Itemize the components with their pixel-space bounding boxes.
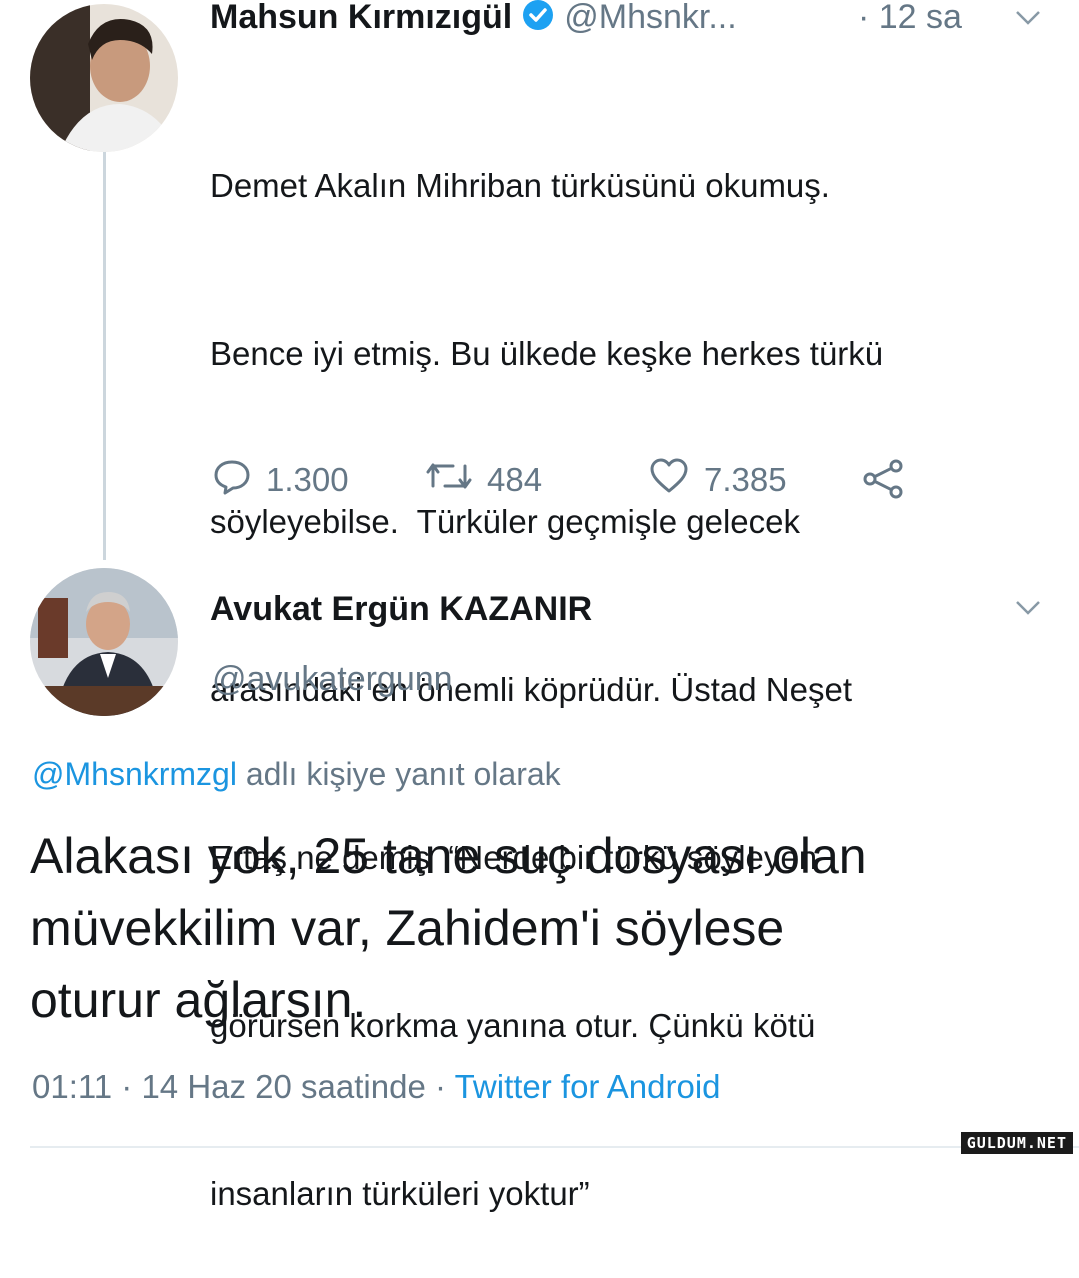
retweet-button[interactable]: 484	[425, 456, 542, 504]
chevron-down-icon[interactable]	[1015, 10, 1041, 31]
reply-icon	[212, 456, 252, 504]
author-name[interactable]: Mahsun Kırmızıgül	[210, 0, 512, 37]
reply-context: @Mhsnkrmzgl adlı kişiye yanıt olarak	[32, 756, 561, 793]
like-button[interactable]: 7.385	[648, 456, 787, 504]
retweet-count: 484	[487, 461, 543, 498]
tweet-line: Alakası yok, 25 tane suç dosyası olan	[30, 828, 867, 884]
thread-connector-line	[103, 150, 106, 560]
chevron-down-icon[interactable]	[1015, 600, 1041, 621]
tweet-timestamp[interactable]: 01:11 · 14 Haz 20 saatinde ·	[32, 1068, 446, 1105]
reply-button[interactable]: 1.300	[212, 456, 349, 504]
tweet-line: Bence iyi etmiş. Bu ülkede keşke herkes …	[210, 335, 884, 372]
avatar-avukat[interactable]	[30, 568, 178, 716]
author-handle-2[interactable]: @avukatergunn	[212, 660, 453, 699]
like-count: 7.385	[704, 461, 787, 498]
reply-mention-link[interactable]: @Mhsnkrmzgl	[32, 756, 237, 792]
verified-badge-icon	[522, 0, 554, 36]
author-name-2[interactable]: Avukat Ergün KAZANIR	[210, 590, 592, 629]
tweet-line: insanların türküleri yoktur”	[210, 1175, 590, 1212]
reply-context-text: adlı kişiye yanıt olarak	[245, 756, 561, 792]
author-handle[interactable]: @Mhsnkr...	[564, 0, 736, 37]
like-icon	[648, 456, 690, 504]
tweet-line: müvekkilim var, Zahidem'i söylese	[30, 900, 785, 956]
divider	[30, 1146, 1079, 1148]
tweet-meta: 01:11 · 14 Haz 20 saatinde · Twitter for…	[32, 1068, 721, 1106]
tweet-time[interactable]: · 12 sa	[858, 0, 962, 37]
retweet-icon	[425, 456, 473, 504]
tweet-line: oturur ağlarsın.	[30, 972, 367, 1028]
tweet-line: Demet Akalın Mihriban türküsünü okumuş.	[210, 167, 830, 204]
reply-count: 1.300	[266, 461, 349, 498]
reply-tweet-body: Alakası yok, 25 tane suç dosyası olan mü…	[30, 820, 1030, 1036]
tweet-source-link[interactable]: Twitter for Android	[455, 1068, 721, 1105]
share-icon[interactable]	[862, 458, 906, 505]
watermark-logo: GULDUM.NET	[960, 1132, 1073, 1154]
avatar-mahsun[interactable]	[30, 4, 178, 152]
